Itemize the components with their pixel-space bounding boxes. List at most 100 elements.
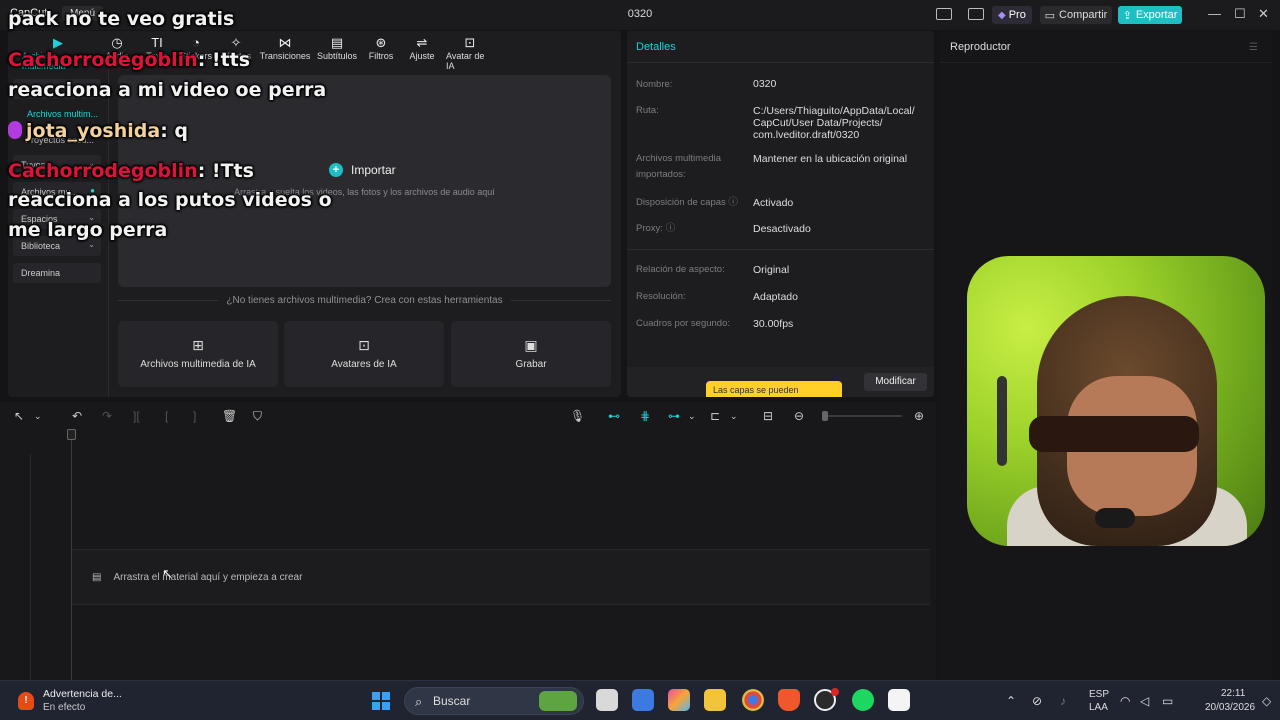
share-button[interactable]: ▭ Compartir — [1040, 6, 1112, 24]
wifi-icon[interactable]: ◠ — [1120, 694, 1130, 708]
magnet-link-icon[interactable]: ⊷ — [608, 409, 620, 423]
detail-label-text: Disposición de capas — [636, 197, 726, 208]
store-icon[interactable] — [632, 689, 654, 711]
playhead-handle[interactable] — [67, 429, 76, 440]
layout-icon[interactable] — [936, 8, 952, 20]
help-icon[interactable]: ⓘ — [728, 197, 738, 208]
windows-taskbar: ! Advertencia de... En efecto ⌕ Buscar ⌃… — [0, 680, 1280, 720]
side-sub-media[interactable]: Archivos multim... — [27, 109, 98, 119]
layers-tooltip: Las capas se pueden — [706, 381, 842, 397]
chat-separator: : — [197, 160, 212, 182]
minimize-icon[interactable]: — — [1208, 6, 1221, 21]
search-label: Buscar — [433, 694, 471, 708]
diamond-icon: ◆ — [998, 9, 1006, 21]
split-left-icon[interactable]: [ — [165, 409, 168, 423]
detail-label: Archivos multimedia importados: — [636, 153, 721, 180]
ai-avatar-card[interactable]: ⊡ Avatares de IA — [284, 321, 444, 387]
chat-text: !tts — [211, 49, 251, 71]
link-icon[interactable]: ⊶ — [668, 409, 680, 423]
modify-button[interactable]: Modificar — [864, 373, 927, 391]
clock-date[interactable]: 20/03/2026 — [1205, 702, 1255, 713]
chat-message: pack no te veo gratis — [8, 8, 234, 30]
divider-line — [118, 300, 219, 301]
ai-media-card[interactable]: ⊞ Archivos multimedia de IA — [118, 321, 278, 387]
chat-message: Cachorrodegoblin: !Tts — [8, 160, 254, 182]
pro-button[interactable]: ◆ Pro — [992, 6, 1032, 24]
maximize-icon[interactable]: ☐ — [1234, 6, 1246, 22]
detail-value: Desactivado — [753, 223, 811, 235]
chat-username: Cachorrodegoblin — [8, 49, 198, 71]
no-media-divider: ¿No tienes archivos multimedia? Crea con… — [118, 295, 612, 306]
zoom-out-icon[interactable]: ⊖ — [794, 409, 804, 423]
notifications-icon[interactable]: ◇ — [1262, 694, 1271, 708]
warning-icon[interactable]: ! — [18, 692, 34, 710]
chat-text: reacciona a los putos videos o — [8, 189, 332, 211]
side-item-dreamina[interactable]: Dreamina — [13, 263, 101, 283]
delete-icon[interactable]: 🗑︎ — [222, 409, 237, 423]
clock-time[interactable]: 22:11 — [1221, 688, 1245, 699]
zoom-slider-handle[interactable] — [822, 411, 828, 421]
card-label: Archivos multimedia de IA — [140, 359, 256, 370]
chevron-down-icon[interactable]: ⌄ — [730, 409, 738, 423]
volume-icon[interactable]: ◁ — [1140, 694, 1149, 708]
file-explorer-icon[interactable] — [704, 689, 726, 711]
detail-label: Nombre: — [636, 79, 673, 90]
zoom-in-icon[interactable]: ⊕ — [914, 409, 924, 423]
tab-filters[interactable]: ⊛ Filtros — [366, 35, 396, 61]
capcut-icon[interactable] — [888, 689, 910, 711]
tab-transitions[interactable]: ⋈ Transiciones — [260, 35, 311, 61]
tab-label: Filtros — [368, 51, 394, 61]
language-code[interactable]: ESP — [1089, 689, 1109, 700]
chat-separator: : — [160, 120, 175, 142]
copilot-icon[interactable] — [668, 689, 690, 711]
language-region[interactable]: LAA — [1089, 702, 1108, 713]
close-icon[interactable]: ✕ — [1258, 6, 1269, 22]
shield-icon[interactable]: ⛉ — [253, 409, 262, 423]
import-button[interactable]: + Importar — [329, 163, 396, 177]
taskbar-search[interactable]: ⌕ Buscar — [404, 687, 584, 715]
split-icon[interactable]: ][ — [133, 409, 140, 423]
notice-title[interactable]: Advertencia de... — [43, 688, 122, 700]
select-cursor-icon[interactable]: ↖ — [14, 409, 24, 423]
detail-value: 0320 — [753, 78, 777, 90]
keyboard-icon[interactable] — [968, 8, 984, 20]
microphone-icon[interactable]: 🎙︎ — [570, 409, 585, 423]
detail-value: Mantener en la ubicación original — [753, 153, 908, 165]
chat-text: !Tts — [211, 160, 254, 182]
track-gutter — [30, 454, 31, 680]
tab-adjust[interactable]: ⇌ Ajuste — [407, 35, 437, 61]
brave-icon[interactable] — [778, 689, 800, 711]
tab-subtitles[interactable]: ▤ Subtítulos — [316, 35, 358, 61]
record-card[interactable]: ▣ Grabar — [451, 321, 611, 387]
undo-icon[interactable]: ↶ — [72, 409, 82, 423]
thumbnail-icon[interactable]: ⊟ — [763, 409, 773, 423]
preview-axis-icon[interactable]: ⊏ — [710, 409, 720, 423]
spotify-icon[interactable] — [852, 689, 874, 711]
chrome-icon[interactable] — [742, 689, 764, 711]
track-hint: ▤ Arrastra el material aquí y empieza a … — [92, 572, 302, 583]
chevron-up-icon[interactable]: ⌃ — [1006, 694, 1016, 708]
split-right-icon[interactable]: ] — [193, 409, 196, 423]
tab-ai-avatar[interactable]: ⊡ Avatar de IA — [446, 35, 494, 71]
side-item-label: Biblioteca — [21, 241, 61, 251]
export-button[interactable]: ⇪ Exportar — [1118, 6, 1182, 24]
detail-value: 30.00fps — [753, 318, 794, 330]
chevron-down-icon[interactable]: ⌄ — [34, 409, 42, 423]
chevron-down-icon[interactable]: ⌄ — [688, 409, 696, 423]
start-button[interactable] — [372, 692, 390, 710]
microphone-icon[interactable]: ♪ — [1060, 694, 1066, 708]
side-item-label: Dreamina — [21, 268, 61, 278]
snap-icon[interactable]: ⋕ — [640, 409, 650, 423]
battery-icon[interactable]: ▭ — [1162, 694, 1173, 708]
detail-label: Disposición de capas ⓘ — [636, 195, 738, 211]
divider — [627, 249, 934, 250]
film-icon: ▤ — [92, 572, 102, 583]
zoom-slider[interactable] — [822, 415, 902, 417]
redo-icon[interactable]: ↷ — [102, 409, 112, 423]
menu-icon[interactable]: ☰ — [1249, 42, 1258, 53]
notification-muted-icon[interactable]: ⊘ — [1032, 694, 1042, 708]
task-view-icon[interactable] — [596, 689, 618, 711]
main-track-drop-zone[interactable]: ▤ Arrastra el material aquí y empieza a … — [72, 549, 930, 605]
chat-text: pack no te veo gratis — [8, 8, 235, 30]
help-icon[interactable]: ⓘ — [666, 223, 676, 234]
